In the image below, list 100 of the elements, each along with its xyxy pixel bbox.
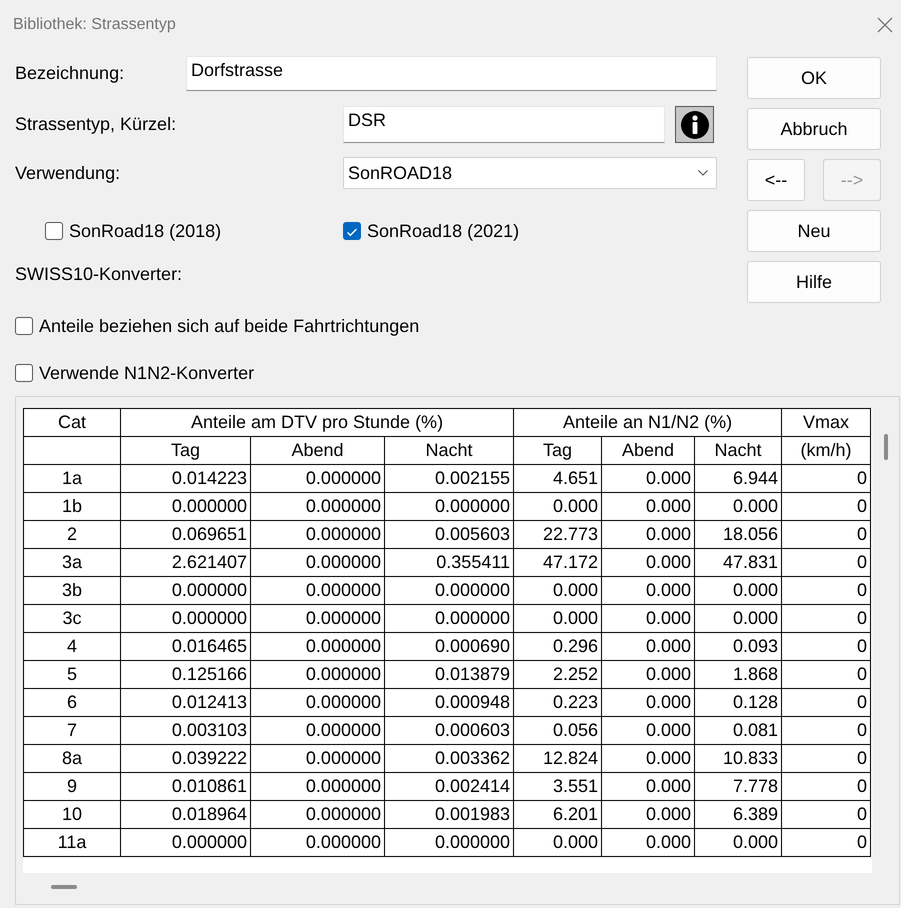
window-title: Bibliothek: Strassentyp: [13, 16, 176, 34]
table-cell: 0.000000: [384, 828, 514, 856]
table-cell: 12.824: [514, 744, 602, 772]
help-button[interactable]: Hilfe: [747, 261, 881, 303]
info-button[interactable]: [675, 106, 714, 143]
table-cell: 0: [782, 492, 871, 520]
table-cell: 0.002155: [384, 464, 514, 492]
table-cell: 0.000000: [250, 800, 384, 828]
checkbox[interactable]: [45, 222, 63, 240]
usage-dropdown[interactable]: SonROAD18: [343, 157, 717, 189]
scrollbar-thumb[interactable]: [51, 885, 77, 889]
checkbox[interactable]: [15, 317, 33, 335]
checkbox[interactable]: [343, 222, 361, 240]
previous-button[interactable]: <--: [747, 159, 805, 201]
table-cell: 0.000: [602, 772, 695, 800]
table-cell: 0: [782, 632, 871, 660]
checkbox-label[interactable]: SonRoad18 (2021): [367, 220, 520, 242]
table-cell: 0.081: [694, 716, 782, 744]
table-cell: 0.000000: [250, 716, 384, 744]
table-cell: 3.551: [514, 772, 602, 800]
column-header: Vmax: [782, 408, 871, 436]
table-cell: 0.223: [514, 688, 602, 716]
column-header: Abend: [250, 436, 384, 464]
table-cell: 2.621407: [120, 548, 250, 576]
table-cell: 0.012413: [120, 688, 250, 716]
table-cell: 0.010861: [120, 772, 250, 800]
table-cell: 0.000000: [384, 492, 514, 520]
table-cell: 0.000000: [120, 492, 250, 520]
table-cell: 0.003362: [384, 744, 514, 772]
table-cell: 1.868: [694, 660, 782, 688]
table-cell: 0.125166: [120, 660, 250, 688]
table-cell: 0.000: [602, 604, 695, 632]
table-cell: 0.016465: [120, 632, 250, 660]
table-cell: 9: [24, 772, 120, 800]
column-header: (km/h): [782, 436, 871, 464]
table-cell: 11a: [24, 828, 120, 856]
table-cell: 0: [782, 548, 871, 576]
ok-button[interactable]: OK: [747, 57, 881, 99]
checkbox-label[interactable]: Verwende N1N2-Konverter: [39, 362, 254, 384]
table-cell: 0.000: [602, 548, 695, 576]
table-cell: 0.000: [602, 744, 695, 772]
table-cell: 0: [782, 660, 871, 688]
table-cell: 0: [782, 688, 871, 716]
table-cell: 0.093: [694, 632, 782, 660]
table-cell: 0.000000: [120, 576, 250, 604]
table-cell: 0.000948: [384, 688, 514, 716]
table-cell: 0.000000: [250, 576, 384, 604]
table-cell: 5: [24, 660, 120, 688]
table-cell: 0.000: [694, 828, 782, 856]
cancel-button[interactable]: Abbruch: [747, 108, 881, 150]
table-cell: 0: [782, 828, 871, 856]
table-cell: 0: [782, 464, 871, 492]
table-cell: 0.000: [602, 520, 695, 548]
table-cell: 0.039222: [120, 744, 250, 772]
table-cell: 0.069651: [120, 520, 250, 548]
table-cell: 0.000000: [120, 604, 250, 632]
table-cell: 0.000: [602, 576, 695, 604]
table-cell: 0.014223: [120, 464, 250, 492]
checkbox[interactable]: [15, 364, 33, 382]
table-cell: 0.000: [514, 604, 602, 632]
field-label: Bezeichnung:: [15, 63, 126, 84]
checkbox-label[interactable]: SonRoad18 (2018): [69, 220, 222, 242]
table-cell: 0: [782, 520, 871, 548]
table-cell: 0.000000: [250, 464, 384, 492]
table-cell: 18.056: [694, 520, 782, 548]
column-header: Anteile am DTV pro Stunde (%): [120, 408, 514, 436]
table-cell: 2.252: [514, 660, 602, 688]
table-cell: 7: [24, 716, 120, 744]
new-button[interactable]: Neu: [747, 210, 881, 252]
table-cell: 0.003103: [120, 716, 250, 744]
table-cell: 0.018964: [120, 800, 250, 828]
table-cell: 0.000: [514, 492, 602, 520]
table-cell: 0.000: [602, 492, 695, 520]
table-cell: 1b: [24, 492, 120, 520]
table-cell: 0: [782, 604, 871, 632]
table-cell: 0.000: [602, 716, 695, 744]
table-cell: 4.651: [514, 464, 602, 492]
column-header: Nacht: [694, 436, 782, 464]
table-cell: 0: [782, 744, 871, 772]
table-cell: 0: [782, 576, 871, 604]
close-icon[interactable]: [877, 17, 893, 33]
table-cell: 0.000000: [120, 828, 250, 856]
name-field[interactable]: Dorfstrasse: [186, 56, 717, 91]
table-cell: 10.833: [694, 744, 782, 772]
checkbox-label[interactable]: Anteile beziehen sich auf beide Fahrtrichtungen: [39, 316, 420, 336]
column-header: Abend: [602, 436, 695, 464]
chevron-down-icon: [698, 170, 708, 176]
table-cell: 0.000: [602, 464, 695, 492]
column-header: Tag: [514, 436, 602, 464]
table-cell: 0.000: [514, 576, 602, 604]
scrollbar-thumb[interactable]: [884, 434, 888, 460]
table-cell: 0.000000: [250, 744, 384, 772]
table-cell: 0.056: [514, 716, 602, 744]
table-cell: 6.389: [694, 800, 782, 828]
table-cell: 0.000000: [250, 688, 384, 716]
table-cell: 0.002414: [384, 772, 514, 800]
table-cell: 0.001983: [384, 800, 514, 828]
code-field[interactable]: DSR: [343, 106, 665, 143]
info-icon: [680, 110, 710, 140]
table-cell: 0.000: [694, 492, 782, 520]
